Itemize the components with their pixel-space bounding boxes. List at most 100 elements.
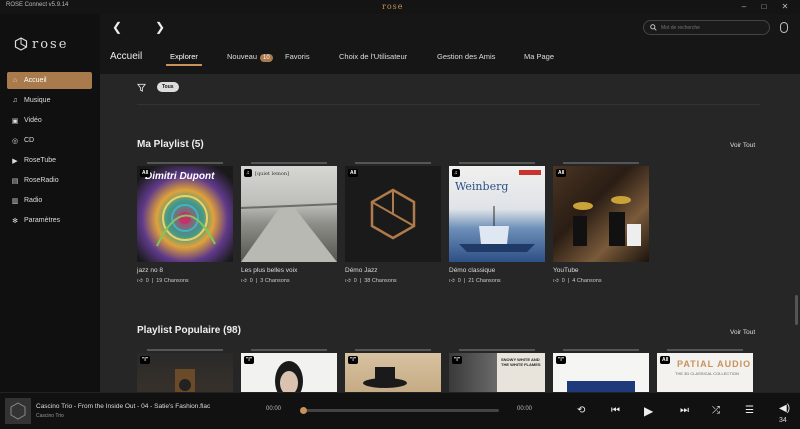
playlist-name[interactable]: Démo classique	[449, 267, 495, 274]
search-input[interactable]	[661, 24, 761, 31]
play-icon[interactable]: ▶	[644, 404, 653, 418]
filter-icon[interactable]	[137, 83, 146, 92]
playlist-cover[interactable]: "I"	[137, 353, 233, 392]
hat-art	[363, 367, 407, 388]
now-playing-thumbnail[interactable]	[5, 398, 31, 424]
now-playing-title[interactable]: Cascino Trio - From the Inside Out - 04 …	[36, 403, 210, 410]
sidebar-item-radio[interactable]: ▥ Radio	[7, 192, 92, 209]
likes-count: 0	[561, 278, 565, 284]
sidebar-item-musique[interactable]: ♫ Musique	[7, 92, 92, 109]
cover-tag: All	[556, 169, 567, 177]
video-icon: ▣	[11, 117, 19, 125]
cover-text: [quiet lemon]	[255, 171, 290, 177]
thumbs-up-icon[interactable]: 👍︎	[553, 278, 559, 284]
playlist-cover[interactable]: All	[345, 166, 441, 262]
playlist-name[interactable]: jazz no 8	[137, 267, 163, 274]
rose-logo-icon	[10, 402, 26, 420]
back-arrow-icon[interactable]: ❮	[112, 20, 122, 34]
playlist-meta: 👍︎ 0 | 38 Chansons	[345, 278, 397, 284]
playlist-cover[interactable]: Weinberg ♫	[449, 166, 545, 262]
playlist-cover[interactable]: "I"	[553, 353, 649, 392]
next-icon[interactable]: ⏭	[680, 405, 689, 416]
tab-explorer[interactable]: Explorer	[166, 52, 202, 66]
close-button[interactable]: ✕	[779, 1, 791, 13]
progress-bar[interactable]	[303, 409, 499, 412]
stack-edge	[147, 162, 223, 164]
microphone-icon[interactable]	[780, 22, 788, 33]
new-count-badge: 10	[260, 54, 273, 62]
section-title-popular-playlist: Playlist Populaire (98)	[137, 325, 241, 336]
gear-icon: ✻	[12, 217, 18, 225]
cover-tag: "I"	[348, 356, 359, 364]
sidebar-item-roseradio[interactable]: ▤ RoseRadio	[7, 172, 92, 189]
scrollbar[interactable]	[795, 295, 798, 325]
thumbs-up-icon[interactable]: 👍︎	[137, 278, 143, 284]
cover-text: SNOWY WHITE AND THE WHITE FLAMES	[501, 357, 541, 367]
tab-gestion-amis[interactable]: Gestion des Amis	[437, 52, 495, 61]
song-count: 21 Chansons	[468, 278, 501, 284]
volume-icon[interactable]: ◀)	[779, 403, 790, 414]
cover-tag: All	[140, 169, 151, 177]
playlist-cover[interactable]: "I"	[345, 353, 441, 392]
stack-edge	[355, 349, 431, 351]
repeat-icon[interactable]: ⟲	[577, 405, 585, 416]
song-count: 19 Chansons	[156, 278, 189, 284]
playlist-cover[interactable]: "I"	[241, 353, 337, 392]
previous-icon[interactable]: ⏮	[611, 405, 620, 416]
thumbs-up-icon[interactable]: 👍︎	[345, 278, 351, 284]
thumbs-up-icon[interactable]: 👍︎	[241, 278, 247, 284]
tab-favoris[interactable]: Favoris	[285, 52, 310, 61]
search-box[interactable]	[643, 20, 770, 35]
playlist-name[interactable]: Les plus belles voix	[241, 267, 297, 274]
sidebar-item-label: RoseTube	[24, 157, 57, 164]
meta-separator: |	[463, 278, 466, 284]
sidebar-item-label: Paramètres	[24, 217, 61, 224]
playlist-name[interactable]: YouTube	[553, 267, 579, 274]
tab-choix-utilisateur[interactable]: Choix de l'Utilisateur	[339, 52, 407, 61]
cover-text: Dimitri Dupont	[145, 171, 215, 182]
see-all-popular-link[interactable]: Voir Tout	[730, 329, 755, 336]
tab-nouveau[interactable]: Nouveau 10	[227, 52, 273, 62]
forward-arrow-icon[interactable]: ❯	[155, 20, 165, 34]
home-icon: ⌂	[12, 77, 18, 84]
app-logo-mini: rose	[382, 2, 404, 11]
divider	[137, 104, 760, 105]
volume-level: 34	[779, 417, 787, 424]
playlist-cover[interactable]: [quiet lemon] ♫	[241, 166, 337, 262]
minimize-button[interactable]: –	[738, 1, 750, 13]
stack-edge	[459, 162, 535, 164]
filter-chip-all[interactable]: Tous	[157, 82, 179, 92]
playlist-name[interactable]: Démo Jazz	[345, 267, 378, 274]
queue-icon[interactable]: ☰	[745, 405, 754, 416]
cover-tag: "I"	[452, 356, 463, 364]
thumbs-up-icon[interactable]: 👍︎	[449, 278, 455, 284]
see-all-my-playlist-link[interactable]: Voir Tout	[730, 142, 755, 149]
song-count: 3 Chansons	[260, 278, 290, 284]
main-content: Tous Ma Playlist (5) Voir Tout Dimitri D…	[100, 74, 800, 392]
rose-logo-icon	[370, 188, 416, 240]
playlist-cover[interactable]: All	[553, 166, 649, 262]
now-playing-artist[interactable]: Cascino Trio	[36, 413, 64, 419]
sidebar-item-video[interactable]: ▣ Vidéo	[7, 112, 92, 129]
sidebar-item-rosetube[interactable]: ▶ RoseTube	[7, 152, 92, 169]
brand-logo[interactable]: rose	[14, 34, 68, 54]
sidebar-item-parametres[interactable]: ✻ Paramètres	[7, 212, 92, 229]
music-icon: ♫	[12, 97, 18, 104]
playlist-cover[interactable]: Dimitri Dupont All	[137, 166, 233, 262]
maximize-button[interactable]: □	[758, 1, 770, 13]
meta-separator: |	[359, 278, 362, 284]
shuffle-icon[interactable]: ⤮	[712, 405, 720, 416]
cover-tag: ♫	[244, 169, 252, 177]
sidebar-item-accueil[interactable]: ⌂ Accueil	[7, 72, 92, 89]
progress-knob[interactable]	[300, 407, 307, 414]
sidebar-item-label: Radio	[24, 197, 43, 204]
sidebar-item-label: Vidéo	[24, 117, 42, 124]
song-count: 4 Chansons	[572, 278, 602, 284]
playlist-cover[interactable]: SNOWY WHITE AND THE WHITE FLAMES "I"	[449, 353, 545, 392]
meta-separator: |	[255, 278, 258, 284]
cover-tag: "I"	[556, 356, 567, 364]
tab-ma-page[interactable]: Ma Page	[524, 52, 554, 61]
playlist-cover[interactable]: PATIAL AUDIO THE 3D CLASSICAL COLLECTION…	[657, 353, 753, 392]
total-time: 00:00	[517, 406, 533, 412]
sidebar-item-cd[interactable]: ◎ CD	[7, 132, 92, 149]
